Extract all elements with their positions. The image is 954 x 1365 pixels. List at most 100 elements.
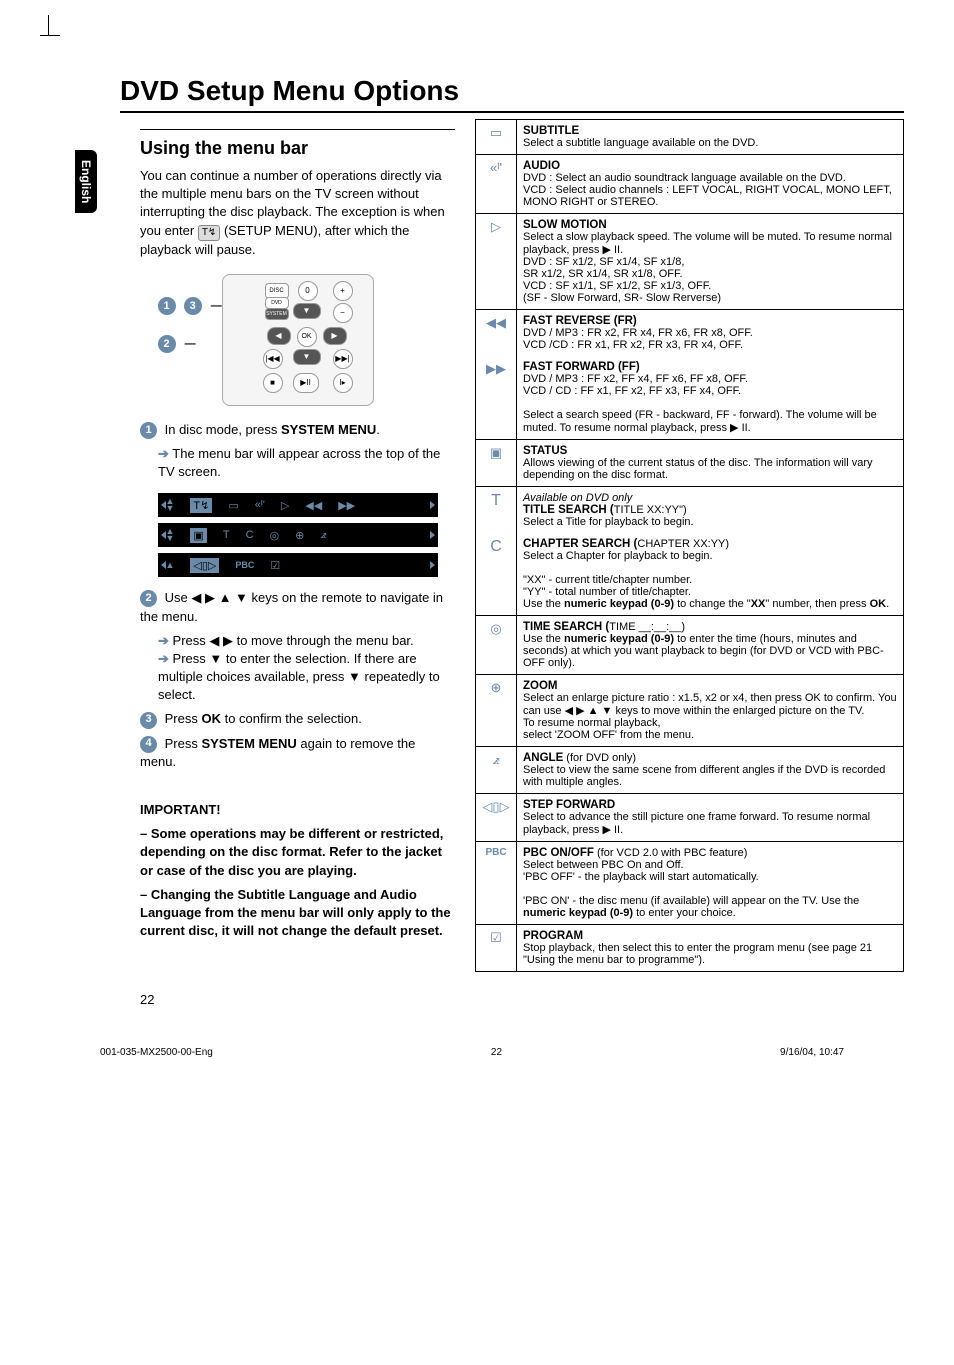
audio-icon: «ᴵ' (476, 155, 517, 214)
step-sub-text: The menu bar will appear across the top … (158, 446, 440, 479)
cell-text: to enter your choice. (633, 907, 736, 919)
cell-text: Select a Title for playback to begin. (523, 516, 694, 528)
cell-body: AUDIO DVD : Select an audio soundtrack l… (517, 155, 904, 214)
cell-text: VCD : SF x1/1, SF x1/2, SF x1/3, OFF. (523, 280, 711, 292)
frame-button-icon: I▸ (333, 373, 353, 393)
left-column: Using the menu bar You can continue a nu… (140, 119, 455, 972)
cell-text: Select a search speed (FR - backward, FF… (523, 409, 877, 434)
menu-strip-row-1: ▲▼ T↯ ▭ «ᴵ' ▷ ◀◀ ▶▶ (158, 493, 438, 517)
cell-text: DVD : Select an audio soundtrack languag… (523, 172, 846, 184)
cell-text: SR x1/2, SR x1/4, SR x1/8, OFF. (523, 268, 683, 280)
arrow-icon: ➔ (158, 446, 169, 461)
step-sub-text: Press ▼ to enter the selection. If there… (158, 651, 440, 702)
cell-title: SLOW MOTION (523, 219, 607, 231)
prev-button-icon: |◀◀ (263, 349, 283, 369)
cell-body: Available on DVD only TITLE SEARCH (TITL… (517, 487, 904, 534)
cell-text: Select an enlarge picture ratio : x1.5, … (523, 692, 897, 741)
cell-text: . (886, 598, 889, 610)
table-row: «ᴵ' AUDIO DVD : Select an audio soundtra… (476, 155, 904, 214)
step-2-sub1: ➔ Press ◀ ▶ to move through the menu bar… (158, 632, 455, 650)
cell-body: PROGRAM Stop playback, then select this … (517, 925, 904, 972)
cell-title: ANGLE (523, 752, 563, 764)
cell-text: DVD / MP3 : FR x2, FR x4, FR x6, FR x8, … (523, 327, 753, 339)
cell-title: STEP FORWARD (523, 799, 615, 811)
forward-icon: ▶▶ (476, 356, 517, 440)
cell-text: " number, then press (765, 598, 869, 610)
time-strip-icon: ◎ (270, 529, 280, 542)
plus-button-icon: + (333, 281, 353, 301)
cell-text: VCD : Select audio channels : LEFT VOCAL… (523, 184, 892, 208)
important-heading: IMPORTANT! (140, 801, 455, 819)
cell-text: "XX" - current title/chapter number. (523, 574, 692, 586)
cell-title: SUBTITLE (523, 125, 579, 137)
status-strip-icon: ▣ (190, 528, 206, 543)
cell-title: STATUS (523, 445, 567, 457)
dvdmenu-button-icon: DVD MENU (265, 297, 289, 309)
status-icon: ▣ (476, 440, 517, 487)
step-bold: OK (201, 711, 221, 726)
title-icon: T (476, 487, 517, 534)
cell-text: Select a Chapter for playback to begin. (523, 550, 713, 562)
step-bold: SYSTEM MENU (281, 422, 376, 437)
cell-body: ZOOM Select an enlarge picture ratio : x… (517, 675, 904, 747)
step-number: 1 (140, 422, 157, 439)
footer: 001-035-MX2500-00-Eng 22 9/16/04, 10:47 (100, 1047, 844, 1058)
cell-body: STEP FORWARD Select to advance the still… (517, 794, 904, 842)
cell-text: Select to view the same scene from diffe… (523, 764, 885, 788)
cell-title: FAST FORWARD (FF) (523, 361, 640, 373)
table-row: PBC PBC ON/OFF (for VCD 2.0 with PBC fea… (476, 842, 904, 925)
chapter-strip-icon: C (246, 529, 254, 541)
step-2: 2 Use ◀ ▶ ▲ ▼ keys on the remote to navi… (140, 589, 455, 625)
table-row: ▶▶ FAST FORWARD (FF) DVD / MP3 : FF x2, … (476, 356, 904, 440)
step-sub-text: Press ◀ ▶ to move through the menu bar. (173, 633, 414, 648)
pbc-strip-icon: PBC (235, 560, 254, 570)
step-bold: SYSTEM MENU (201, 736, 296, 751)
table-row: ◎ TIME SEARCH (TIME __:__:__) Use the nu… (476, 616, 904, 675)
subtitle-icon: ▭ (476, 120, 517, 155)
cell-body: ANGLE (for DVD only) Select to view the … (517, 747, 904, 794)
right-column: ▭ SUBTITLE Select a subtitle language av… (475, 119, 904, 972)
step-1-sub: ➔ The menu bar will appear across the to… (158, 445, 455, 481)
system-button-icon: SYSTEM (265, 308, 289, 320)
stepfwd-strip-icon: ◁▯▷ (190, 558, 219, 573)
step-text: Press (165, 736, 202, 751)
cell-text: VCD /CD : FR x1, FR x2, FR x3, FR x4, OF… (523, 339, 743, 351)
cell-text: DVD / MP3 : FF x2, FF x4, FF x6, FF x8, … (523, 373, 748, 385)
menu-reference-table: ▭ SUBTITLE Select a subtitle language av… (475, 119, 904, 972)
cell-text: DVD : SF x1/2, SF x1/4, SF x1/8, (523, 256, 684, 268)
title-strip-icon: T (223, 529, 230, 541)
cell-text: Allows viewing of the current status of … (523, 457, 873, 481)
cell-text: Use the (523, 598, 564, 610)
cell-text: (for DVD only) (563, 752, 636, 764)
slow-icon: ▷ (476, 214, 517, 310)
step-4: 4 Press SYSTEM MENU again to remove the … (140, 735, 455, 771)
table-row: ☑ PROGRAM Stop playback, then select thi… (476, 925, 904, 972)
slow-strip-icon: ▷ (281, 499, 289, 512)
cell-bold: numeric keypad (0-9) (564, 598, 674, 610)
stop-button-icon: ■ (263, 373, 283, 393)
cell-text: 'PBC ON' - the disc menu (if available) … (523, 895, 859, 907)
zoom-strip-icon: ⊕ (295, 529, 304, 542)
table-row: ⦨ ANGLE (for DVD only) Select to view th… (476, 747, 904, 794)
callout-bubble: 3 (184, 297, 202, 315)
strip-selector-arrows: ▲▼ (166, 528, 175, 542)
menu-strip-row-2: ▲▼ ▣ T C ◎ ⊕ ⦨ (158, 523, 438, 547)
zero-button-icon: 0 (298, 281, 318, 301)
table-row: ◁▯▷ STEP FORWARD Select to advance the s… (476, 794, 904, 842)
cell-text: Select between PBC On and Off. (523, 859, 684, 871)
program-strip-icon: ☑ (270, 559, 280, 572)
menu-bar-diagram: ▲▼ T↯ ▭ «ᴵ' ▷ ◀◀ ▶▶ ▲▼ ▣ T C ◎ ⊕ ⦨ (158, 493, 438, 577)
cell-text: Select a slow playback speed. The volume… (523, 231, 892, 256)
cell-body: PBC ON/OFF (for VCD 2.0 with PBC feature… (517, 842, 904, 925)
cell-text: 'PBC OFF' - the playback will start auto… (523, 871, 759, 883)
section-heading: Using the menu bar (140, 138, 455, 159)
step-number: 2 (140, 590, 157, 607)
cell-body: TIME SEARCH (TIME __:__:__) Use the nume… (517, 616, 904, 675)
right-arrow-icon: ▶ (323, 327, 347, 345)
cell-note: Available on DVD only (523, 492, 632, 504)
cell-text: (SF - Slow Forward, SR- Slow Rerverse) (523, 292, 721, 304)
cell-body: FAST REVERSE (FR) DVD / MP3 : FR x2, FR … (517, 310, 904, 357)
cell-text: (for VCD 2.0 with PBC feature) (594, 847, 747, 859)
step-text: Press (165, 711, 202, 726)
callout-bubble: 2 (158, 335, 176, 353)
